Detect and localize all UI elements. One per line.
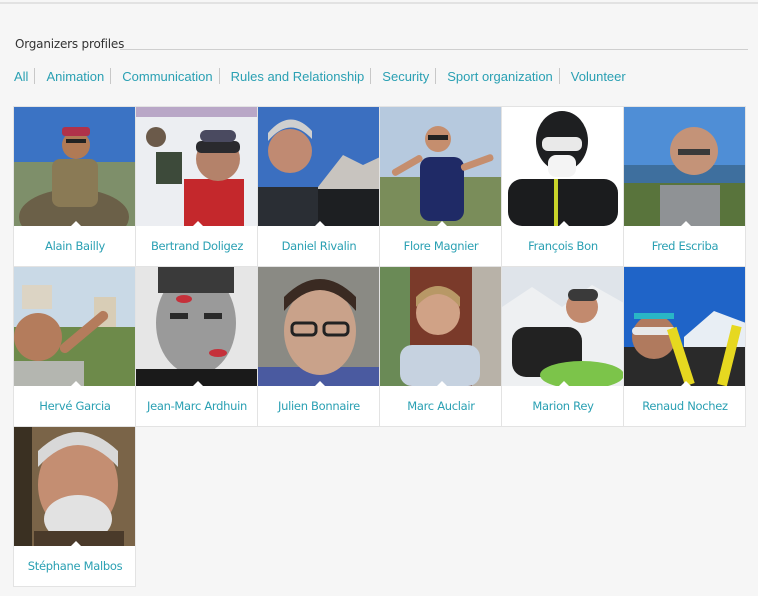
photo-notch [315,381,325,386]
profile-card-julien-bonnaire[interactable]: Julien Bonnaire [257,266,380,427]
profile-card-francois-bon[interactable]: François Bon [501,106,624,267]
photo-notch [193,221,203,226]
profile-name: Marc Auclair [407,399,475,413]
profile-card-marion-rey[interactable]: Marion Rey [501,266,624,427]
profile-name: Renaud Nochez [642,399,728,413]
title-rule [120,49,748,50]
profile-photo [380,107,501,226]
profile-name: Stéphane Malbos [27,559,123,573]
filter-all[interactable]: All [14,69,28,84]
profile-photo [136,107,257,226]
photo-notch [437,381,447,386]
profile-photo [14,267,135,386]
photo-notch [71,541,81,546]
profile-photo [258,107,379,226]
photo-notch [681,221,691,226]
profile-name: Flore Magnier [403,239,479,253]
profile-name: Jean-Marc Ardhuin [146,399,248,413]
profile-card-stephane-malbos[interactable]: Stéphane Malbos [13,426,136,587]
filter-separator [558,68,560,84]
profile-card-renaud-nochez[interactable]: Renaud Nochez [623,266,746,427]
filter-separator [34,68,36,84]
profile-card-herve-garcia[interactable]: Hervé Garcia [13,266,136,427]
photo-notch [193,381,203,386]
filter-separator [218,68,220,84]
top-divider [0,0,758,4]
profile-photo [14,107,135,226]
filter-security[interactable]: Security [382,69,429,84]
photo-notch [71,221,81,226]
profile-card-alain-bailly[interactable]: Alain Bailly [13,106,136,267]
profile-photo [136,267,257,386]
profiles-grid: Alain Bailly Bertrand Doligez Daniel Riv… [13,106,747,587]
filter-separator [435,68,437,84]
filter-communication[interactable]: Communication [122,69,212,84]
profile-card-daniel-rivalin[interactable]: Daniel Rivalin [257,106,380,267]
profile-name: Fred Escriba [651,239,719,253]
filter-volunteer[interactable]: Volunteer [571,69,626,84]
photo-notch [437,221,447,226]
profile-name: Marion Rey [532,399,594,413]
filter-sport-organization[interactable]: Sport organization [447,69,553,84]
profile-card-bertrand-doligez[interactable]: Bertrand Doligez [135,106,258,267]
profile-name: Hervé Garcia [39,399,111,413]
profile-photo [502,107,623,226]
filter-animation[interactable]: Animation [46,69,104,84]
filter-separator [110,68,112,84]
filter-rules-and-relationship[interactable]: Rules and Relationship [231,69,365,84]
profile-photo [624,267,745,386]
category-filters: All Animation Communication Rules and Re… [14,68,626,84]
filter-separator [370,68,372,84]
photo-notch [559,381,569,386]
profile-name: Alain Bailly [45,239,105,253]
profile-name: François Bon [528,239,598,253]
profile-photo [258,267,379,386]
profile-name: Bertrand Doligez [150,239,244,253]
photo-notch [315,221,325,226]
profile-name: Daniel Rivalin [281,239,357,253]
profile-card-flore-magnier[interactable]: Flore Magnier [379,106,502,267]
profile-photo [14,427,135,546]
profile-card-marc-auclair[interactable]: Marc Auclair [379,266,502,427]
photo-notch [71,381,81,386]
photo-notch [559,221,569,226]
profile-photo [380,267,501,386]
profile-photo [624,107,745,226]
profile-photo [502,267,623,386]
photo-notch [681,381,691,386]
section-title: Organizers profiles [15,37,125,51]
profile-card-fred-escriba[interactable]: Fred Escriba [623,106,746,267]
profile-card-jean-marc-ardhuin[interactable]: Jean-Marc Ardhuin [135,266,258,427]
profile-name: Julien Bonnaire [278,399,360,413]
